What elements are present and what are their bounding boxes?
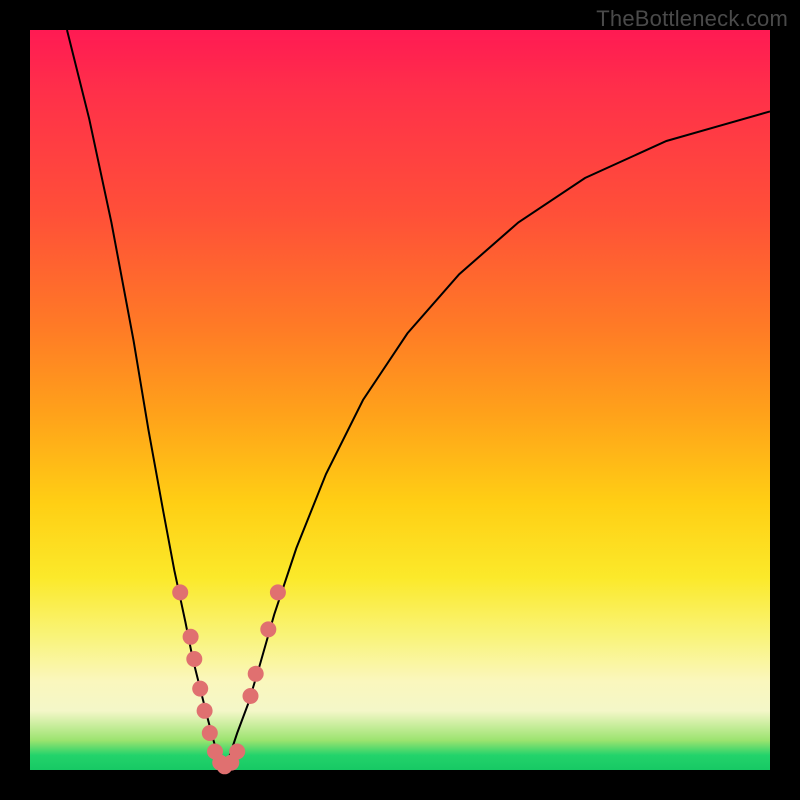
marker-point [270,584,286,600]
marker-point [172,584,188,600]
marker-point [192,681,208,697]
plot-area [30,30,770,770]
marker-point [202,725,218,741]
marker-point [260,621,276,637]
marker-point [229,744,245,760]
marker-point [186,651,202,667]
curve-right-branch [222,111,770,770]
chart-frame: TheBottleneck.com [0,0,800,800]
watermark-text: TheBottleneck.com [596,6,788,32]
marker-point [243,688,259,704]
marker-point [197,703,213,719]
chart-svg [30,30,770,770]
marker-point [248,666,264,682]
marker-group [172,584,286,774]
marker-point [183,629,199,645]
